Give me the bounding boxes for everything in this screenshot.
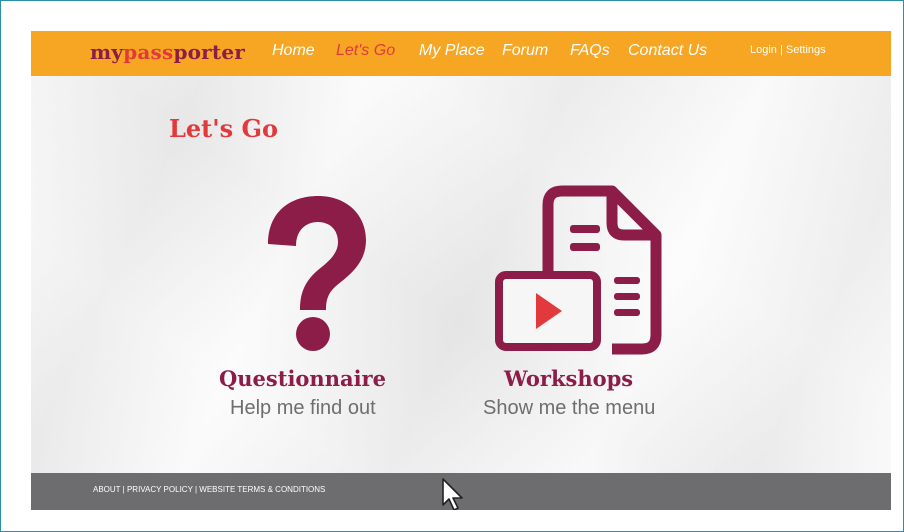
nav-home[interactable]: Home [272,42,315,60]
nav-lets-go[interactable]: Let's Go [336,42,395,60]
logo[interactable]: mypassporter [90,40,245,64]
page: mypassporter Home Let's Go My Place Foru… [31,31,891,510]
logo-text-my: my [90,40,124,64]
questionnaire-title: Questionnaire [219,366,386,391]
mouse-pointer-icon [442,478,463,510]
footer-links: ABOUT | PRIVACY POLICY | WEBSITE TERMS &… [93,485,325,494]
footer-terms-link[interactable]: WEBSITE TERMS & CONDITIONS [199,485,325,494]
account-links: Login | Settings [750,44,826,56]
workshops-subtitle: Show me the menu [483,397,656,419]
workshops-card[interactable]: Workshops Show me the menu [471,181,711,431]
account-separator: | [776,44,786,56]
questionnaire-card[interactable]: Questionnaire Help me find out [191,181,441,431]
nav-faqs[interactable]: FAQs [570,42,610,60]
document-video-icon [495,185,662,355]
questionnaire-subtitle: Help me find out [230,397,376,419]
workshops-title: Workshops [504,366,634,391]
nav-forum[interactable]: Forum [502,42,548,60]
top-nav-bar: mypassporter Home Let's Go My Place Foru… [31,31,891,76]
logo-text-porter: porter [173,40,246,64]
footer-privacy-link[interactable]: PRIVACY POLICY [127,485,193,494]
settings-link[interactable]: Settings [786,44,826,56]
page-title: Let's Go [169,114,278,143]
nav-my-place[interactable]: My Place [419,42,485,60]
nav-contact-us[interactable]: Contact Us [628,42,707,60]
footer-about-link[interactable]: ABOUT [93,485,120,494]
login-link[interactable]: Login [750,44,777,56]
question-mark-icon [268,196,366,351]
logo-text-pass: pass [123,40,174,64]
